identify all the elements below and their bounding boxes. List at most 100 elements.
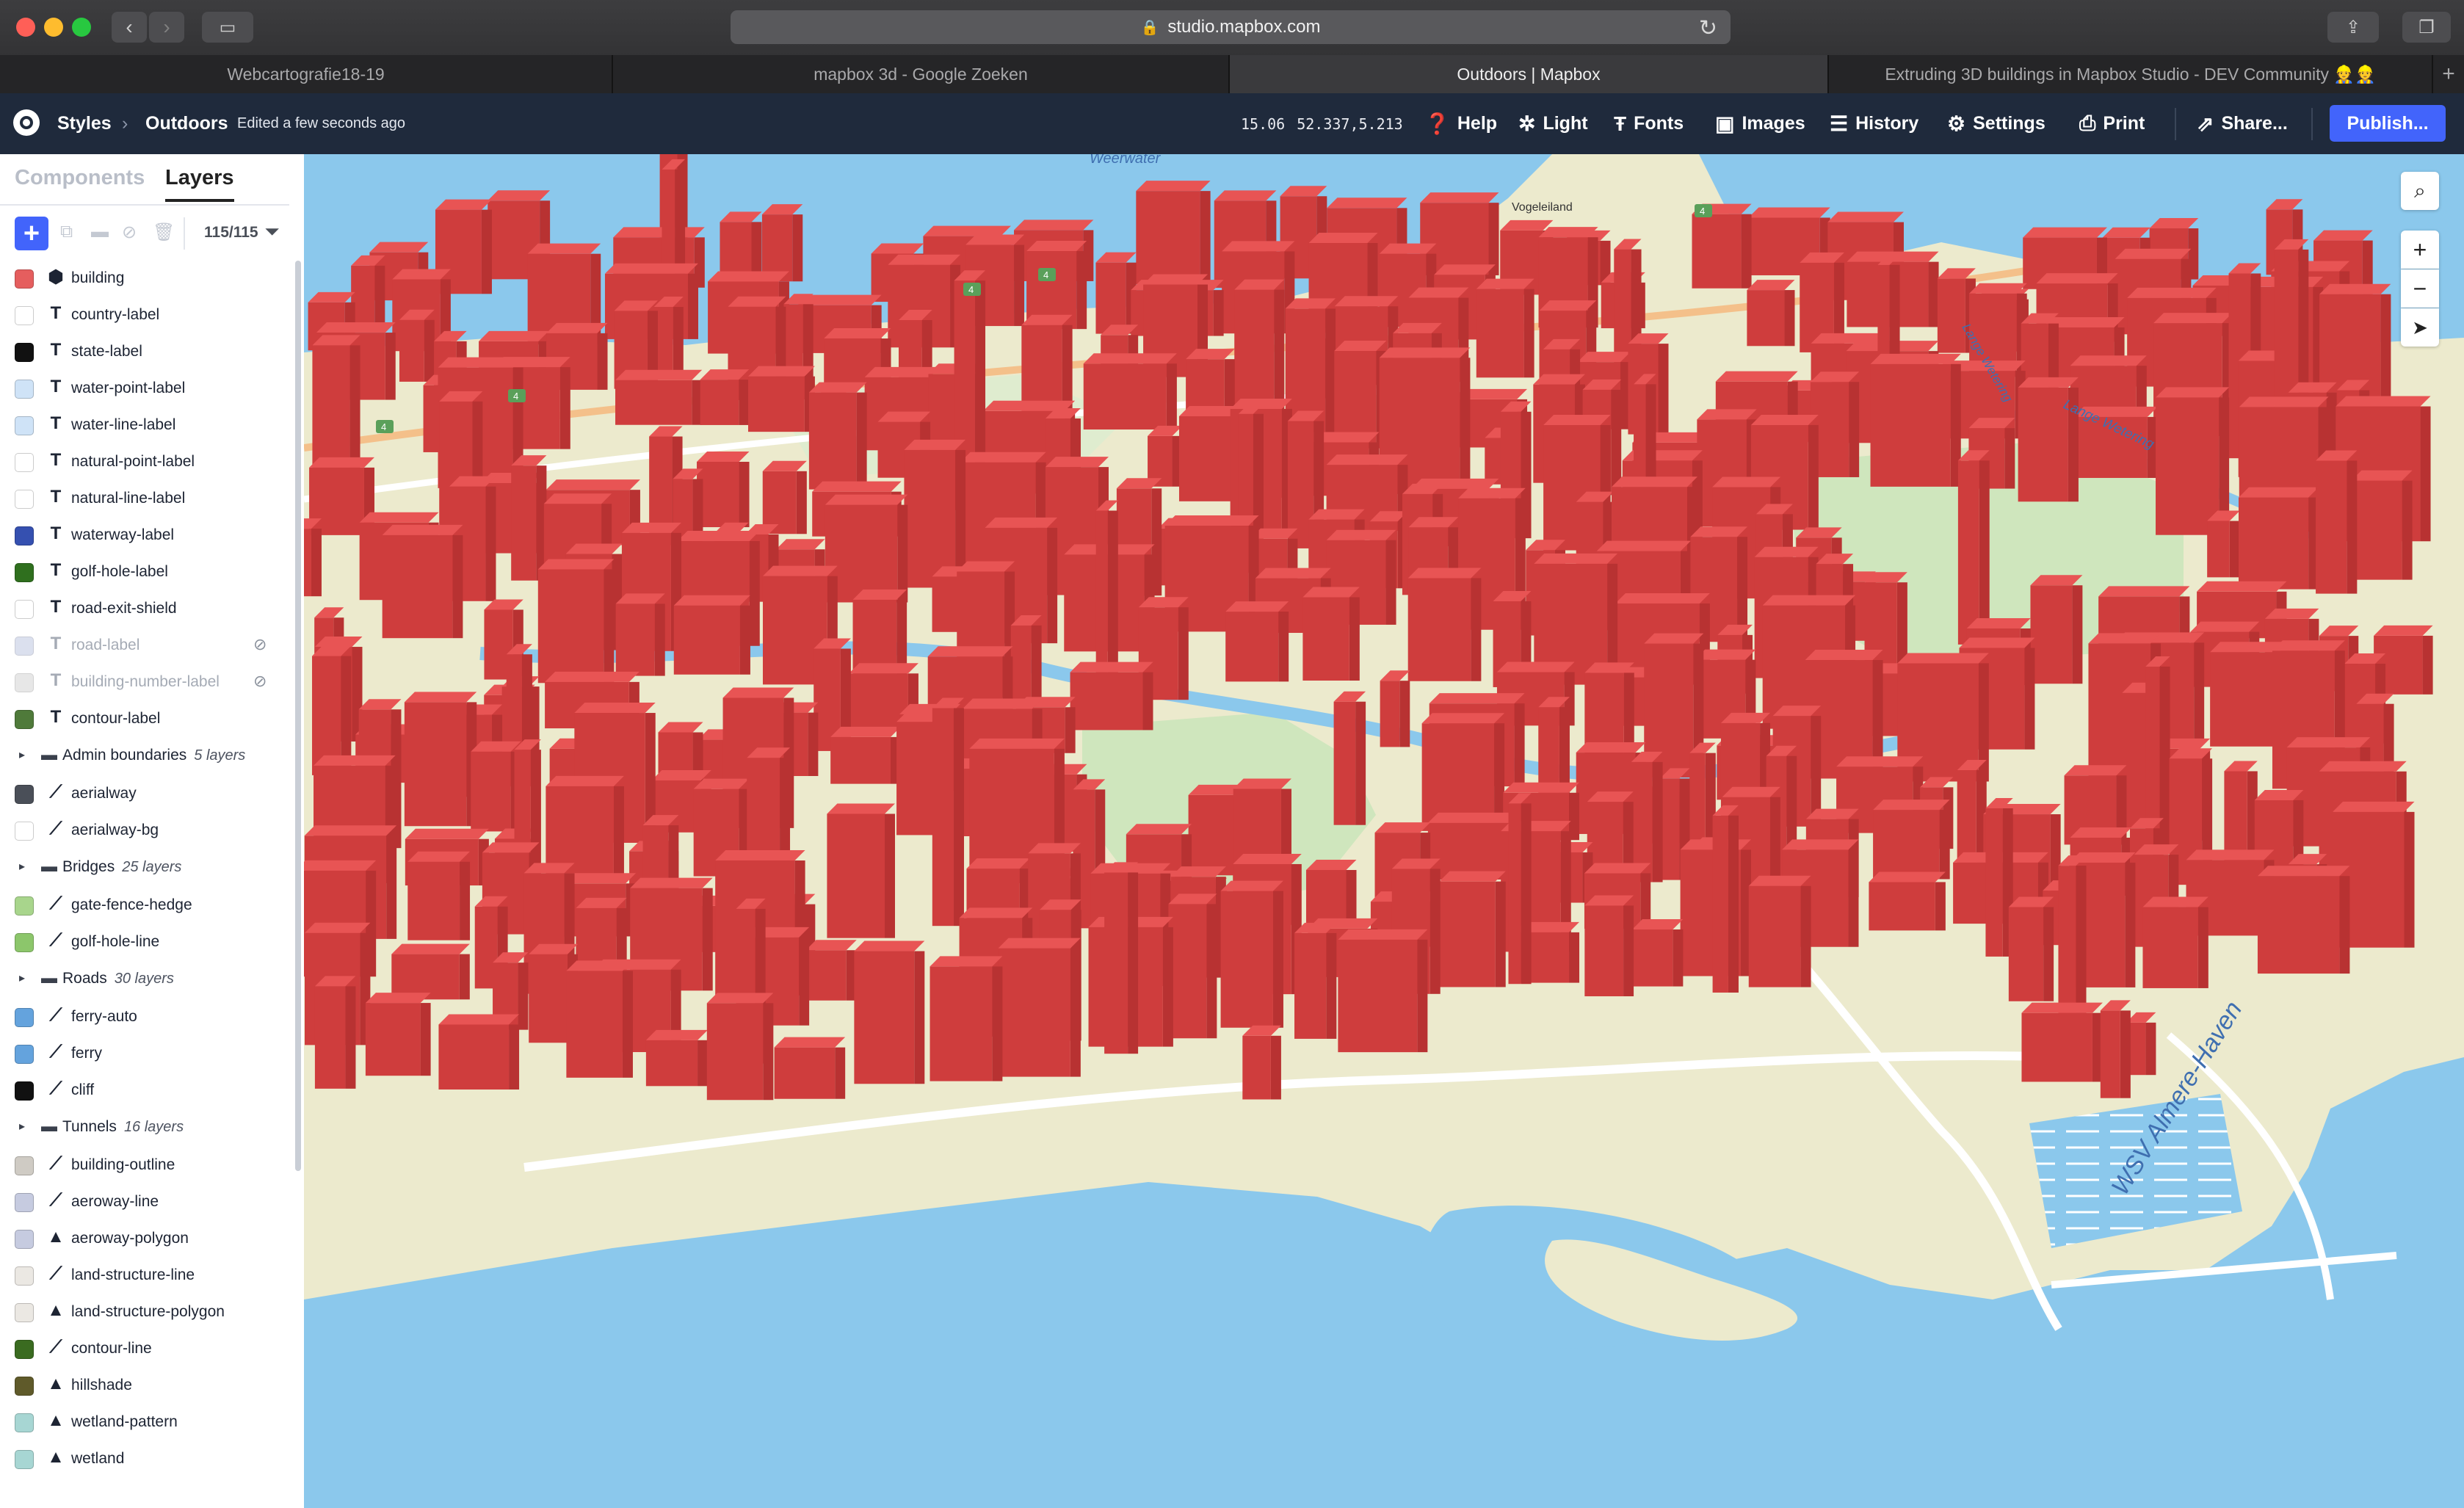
eye-hidden-icon[interactable]: ⊘ (253, 635, 267, 654)
new-tab-button[interactable]: + (2433, 55, 2464, 93)
style-name[interactable]: Outdoors (145, 93, 228, 154)
layer-item[interactable]: Twater-point-label (0, 371, 294, 407)
fonts-button[interactable]: Ŧ Fonts (1614, 93, 1684, 154)
add-layer-button[interactable]: + (15, 217, 48, 250)
building-extrusion (2120, 1010, 2131, 1098)
tab-components[interactable]: Components (15, 166, 145, 190)
publish-button[interactable]: Publish... (2330, 105, 2446, 142)
zoom-window-icon[interactable] (72, 18, 91, 37)
caret-right-icon[interactable]: ▸ (19, 1119, 25, 1134)
zoom-in-button[interactable]: + (2401, 231, 2439, 269)
share-page-button[interactable]: ⇪ (2327, 12, 2379, 43)
forward-button[interactable]: › (149, 12, 184, 43)
scrollbar[interactable] (295, 261, 301, 1171)
address-bar[interactable]: 🔒 studio.mapbox.com ↻ (731, 10, 1731, 44)
help-button[interactable]: ❓ Help (1424, 93, 1497, 154)
fill-type-icon: ▲ (47, 1300, 65, 1320)
building-extrusion (827, 813, 885, 938)
layer-item[interactable]: Tgolf-hole-label (0, 554, 294, 591)
layer-color-swatch (15, 1377, 34, 1396)
hide-layer-icon[interactable]: ⊘ (122, 222, 137, 243)
layer-item[interactable]: ⟋ golf-hole-line (0, 924, 294, 961)
caret-right-icon[interactable]: ▸ (19, 747, 25, 762)
layer-item[interactable]: ⟋ cliff (0, 1073, 294, 1109)
building-extrusion (2257, 876, 2340, 974)
layer-item[interactable]: ▲ wetland (0, 1441, 294, 1478)
layer-item[interactable]: Tnatural-line-label (0, 481, 294, 518)
layer-item[interactable]: Twater-line-label (0, 407, 294, 444)
layer-item[interactable]: Troad-exit-shield (0, 591, 294, 628)
building-extrusion (369, 242, 429, 253)
zoom-out-button[interactable]: − (2401, 269, 2439, 308)
history-button[interactable]: ☰ History (1830, 93, 1918, 154)
group-folder-icon[interactable]: ▬ (91, 222, 109, 242)
sidebar-toggle-button[interactable]: ▭ (202, 12, 253, 43)
layer-color-swatch (15, 1008, 34, 1027)
map-canvas[interactable]: Weerwater Vogeleiland Lange Wetering Lan… (304, 154, 2464, 1508)
layer-item[interactable]: ▲ hillshade (0, 1368, 294, 1404)
layer-item[interactable]: ⬢ building (0, 261, 294, 297)
layer-item[interactable]: ⟋ aerialway-bg (0, 813, 294, 849)
layer-item[interactable]: Tbuilding-number-label ⊘ (0, 664, 294, 701)
layer-item[interactable]: ⟋ ferry-auto (0, 999, 294, 1036)
back-button[interactable]: ‹ (112, 12, 147, 43)
layer-item[interactable]: Twaterway-label (0, 518, 294, 554)
fill-type-icon: ▲ (47, 1227, 65, 1247)
building-extrusion (1538, 707, 1559, 794)
mapbox-logo-icon[interactable] (13, 109, 40, 136)
share-button[interactable]: ⇗ Share... (2197, 93, 2288, 154)
delete-icon[interactable]: 🗑 (153, 222, 175, 243)
layer-item[interactable]: ⟋ building-outline (0, 1148, 294, 1184)
layer-item[interactable]: ▲ land-structure-polygon (0, 1294, 294, 1331)
caret-right-icon[interactable]: ▸ (19, 859, 25, 874)
print-button[interactable]: ⎙ Print (2079, 93, 2145, 154)
layer-item[interactable]: ⟋ ferry (0, 1036, 294, 1073)
duplicate-icon[interactable]: ⧉ (60, 222, 73, 242)
eye-hidden-icon[interactable]: ⊘ (253, 672, 267, 691)
layer-name: water-line-label (71, 416, 176, 433)
close-window-icon[interactable] (16, 18, 35, 37)
layer-item[interactable]: ▲ aeroway-polygon (0, 1221, 294, 1258)
reload-icon[interactable]: ↻ (1699, 15, 1717, 41)
browser-tab-active[interactable]: Outdoors | Mapbox (1230, 55, 1829, 93)
layer-item[interactable]: Tnatural-point-label (0, 444, 294, 481)
building-extrusion (2374, 625, 2433, 636)
layer-group[interactable]: ▸ ▬ Bridges 25 layers (0, 849, 294, 886)
layer-group[interactable]: ▸ ▬ Tunnels 16 layers (0, 1109, 294, 1146)
building-extrusion (2125, 862, 2136, 987)
layer-item[interactable]: Tcountry-label (0, 297, 294, 334)
browser-tab[interactable]: mapbox 3d - Google Zoeken (613, 55, 1230, 93)
building-extrusion (1728, 815, 1739, 993)
layer-item[interactable]: ⟋ aerialway (0, 776, 294, 813)
filter-icon[interactable]: ⏷ (264, 220, 280, 244)
search-button[interactable]: ⌕ (2401, 172, 2439, 210)
browser-tab[interactable]: Webcartografie18-19 (0, 55, 613, 93)
building-extrusion (316, 322, 396, 333)
compass-button[interactable]: ➤ (2401, 308, 2439, 347)
layer-item[interactable]: ⟋ land-structure-line (0, 1258, 294, 1294)
map-render[interactable]: Weerwater Vogeleiland Lange Wetering Lan… (304, 154, 2464, 1508)
minimize-window-icon[interactable] (44, 18, 63, 37)
layer-item[interactable]: Tstate-label (0, 334, 294, 371)
layer-color-swatch (15, 1450, 34, 1469)
settings-button[interactable]: ⚙ Settings (1947, 93, 2046, 154)
layer-item[interactable]: Troad-label ⊘ (0, 628, 294, 664)
layer-item[interactable]: ⟋ aeroway-line (0, 1184, 294, 1221)
tab-layers[interactable]: Layers (165, 166, 234, 202)
layer-group[interactable]: ▸ ▬ Roads 30 layers (0, 961, 294, 998)
settings-label: Settings (1973, 113, 2046, 134)
browser-tab[interactable]: Extruding 3D buildings in Mapbox Studio … (1829, 55, 2433, 93)
layer-group[interactable]: ▸ ▬ Admin boundaries 5 layers (0, 738, 294, 775)
images-button[interactable]: ▣ Images (1715, 93, 1805, 154)
building-extrusion (1010, 625, 1032, 702)
layer-item[interactable]: ⟋ gate-fence-hedge (0, 888, 294, 924)
layer-group-count: 25 layers (122, 859, 182, 875)
layer-item[interactable]: Tcontour-label (0, 701, 294, 738)
layer-item[interactable]: ▲ wetland-pattern (0, 1404, 294, 1441)
layer-item[interactable]: ⟋ contour-line (0, 1331, 294, 1368)
building-extrusion (792, 214, 803, 282)
light-button[interactable]: ✲ Light (1518, 93, 1588, 154)
tab-overview-button[interactable]: ❐ (2402, 12, 2451, 43)
caret-right-icon[interactable]: ▸ (19, 971, 25, 985)
styles-link[interactable]: Styles (57, 93, 112, 154)
